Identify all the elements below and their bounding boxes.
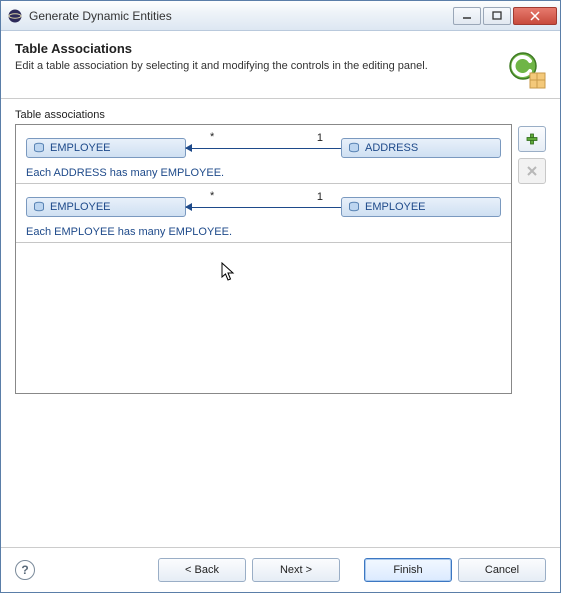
page-description: Edit a table association by selecting it…: [15, 60, 455, 72]
entity-left-label: EMPLOYEE: [50, 142, 111, 154]
maximize-button[interactable]: [483, 7, 511, 25]
titlebar: Generate Dynamic Entities: [1, 1, 560, 31]
eclipse-icon: [7, 8, 23, 24]
associations-label: Table associations: [15, 109, 546, 121]
association-connector: * 1: [186, 192, 341, 222]
associations-panel: EMPLOYEE * 1 ADDRESS Each A: [15, 124, 512, 394]
association-item[interactable]: EMPLOYEE * 1 ADDRESS Each A: [16, 125, 511, 184]
association-connector: * 1: [186, 133, 341, 163]
minimize-button[interactable]: [453, 7, 481, 25]
wizard-header: Table Associations Edit a table associat…: [1, 31, 560, 99]
finish-button[interactable]: Finish: [364, 558, 452, 582]
delete-icon: [526, 165, 538, 177]
entity-right: ADDRESS: [341, 138, 501, 158]
cancel-button[interactable]: Cancel: [458, 558, 546, 582]
wizard-footer: ? < Back Next > Finish Cancel: [1, 547, 560, 592]
back-button[interactable]: < Back: [158, 558, 246, 582]
entity-left-label: EMPLOYEE: [50, 201, 111, 213]
table-icon: [348, 142, 360, 154]
association-description: Each ADDRESS has many EMPLOYEE.: [26, 167, 501, 179]
table-icon: [33, 201, 45, 213]
association-description: Each EMPLOYEE has many EMPLOYEE.: [26, 226, 501, 238]
entity-right-label: ADDRESS: [365, 142, 418, 154]
page-title: Table Associations: [15, 41, 546, 56]
entity-left: EMPLOYEE: [26, 138, 186, 158]
cardinality-left: *: [210, 190, 214, 202]
association-item[interactable]: EMPLOYEE * 1 EMPLOYEE Each: [16, 184, 511, 243]
help-button[interactable]: ?: [15, 560, 35, 580]
plus-icon: [525, 132, 539, 146]
entity-right: EMPLOYEE: [341, 197, 501, 217]
remove-association-button: [518, 158, 546, 184]
wizard-banner-icon: [506, 49, 546, 89]
cardinality-left: *: [210, 131, 214, 143]
window-title: Generate Dynamic Entities: [29, 9, 453, 23]
table-icon: [33, 142, 45, 154]
table-icon: [348, 201, 360, 213]
cardinality-right: 1: [317, 132, 323, 144]
entity-right-label: EMPLOYEE: [365, 201, 426, 213]
help-icon: ?: [21, 563, 28, 577]
cardinality-right: 1: [317, 191, 323, 203]
entity-left: EMPLOYEE: [26, 197, 186, 217]
add-association-button[interactable]: [518, 126, 546, 152]
close-button[interactable]: [513, 7, 557, 25]
next-button[interactable]: Next >: [252, 558, 340, 582]
